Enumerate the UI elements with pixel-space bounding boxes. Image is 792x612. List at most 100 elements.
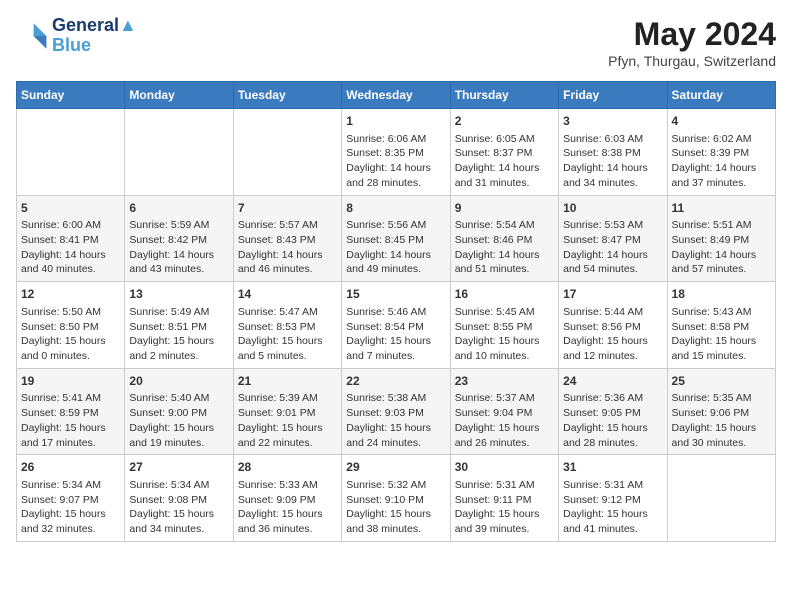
day-info: Sunrise: 5:38 AM Sunset: 9:03 PM Dayligh…	[346, 391, 445, 450]
day-number: 18	[672, 286, 771, 303]
day-number: 6	[129, 200, 228, 217]
calendar-header: SundayMondayTuesdayWednesdayThursdayFrid…	[17, 82, 776, 109]
calendar-cell: 26Sunrise: 5:34 AM Sunset: 9:07 PM Dayli…	[17, 455, 125, 542]
day-info: Sunrise: 6:02 AM Sunset: 8:39 PM Dayligh…	[672, 132, 771, 191]
calendar-cell: 8Sunrise: 5:56 AM Sunset: 8:45 PM Daylig…	[342, 195, 450, 282]
day-number: 9	[455, 200, 554, 217]
day-number: 24	[563, 373, 662, 390]
calendar-cell: 13Sunrise: 5:49 AM Sunset: 8:51 PM Dayli…	[125, 282, 233, 369]
calendar-cell: 1 Sunrise: 6:06 AM Sunset: 8:35 PM Daylig…	[342, 109, 450, 196]
day-info: Sunrise: 5:53 AM Sunset: 8:47 PM Dayligh…	[563, 218, 662, 277]
header-cell-sunday: Sunday	[17, 82, 125, 109]
header-cell-saturday: Saturday	[667, 82, 775, 109]
day-info: Sunrise: 5:46 AM Sunset: 8:54 PM Dayligh…	[346, 305, 445, 364]
calendar-cell: 17Sunrise: 5:44 AM Sunset: 8:56 PM Dayli…	[559, 282, 667, 369]
day-info: Sunrise: 5:51 AM Sunset: 8:49 PM Dayligh…	[672, 218, 771, 277]
calendar-cell: 5Sunrise: 6:00 AM Sunset: 8:41 PM Daylig…	[17, 195, 125, 282]
day-number: 2	[455, 113, 554, 130]
day-info: Sunrise: 6:05 AM Sunset: 8:37 PM Dayligh…	[455, 132, 554, 191]
calendar-cell	[125, 109, 233, 196]
calendar-cell: 16 Sunrise: 5:45 AM Sunset: 8:55 PM Dayli…	[450, 282, 558, 369]
day-number: 12	[21, 286, 120, 303]
day-info: Sunrise: 5:35 AM Sunset: 9:06 PM Dayligh…	[672, 391, 771, 450]
day-info: Sunrise: 5:31 AM Sunset: 9:11 PM Dayligh…	[455, 478, 554, 537]
day-number: 16	[455, 286, 554, 303]
day-number: 8	[346, 200, 445, 217]
calendar-cell: 21Sunrise: 5:39 AM Sunset: 9:01 PM Dayli…	[233, 368, 341, 455]
calendar-cell	[233, 109, 341, 196]
calendar-cell	[667, 455, 775, 542]
day-info: Sunrise: 6:03 AM Sunset: 8:38 PM Dayligh…	[563, 132, 662, 191]
header-cell-wednesday: Wednesday	[342, 82, 450, 109]
day-info: Sunrise: 5:40 AM Sunset: 9:00 PM Dayligh…	[129, 391, 228, 450]
day-info: Sunrise: 5:57 AM Sunset: 8:43 PM Dayligh…	[238, 218, 337, 277]
calendar-cell: 24Sunrise: 5:36 AM Sunset: 9:05 PM Dayli…	[559, 368, 667, 455]
calendar-cell: 9Sunrise: 5:54 AM Sunset: 8:46 PM Daylig…	[450, 195, 558, 282]
week-row-1: 5Sunrise: 6:00 AM Sunset: 8:41 PM Daylig…	[17, 195, 776, 282]
calendar-cell: 14Sunrise: 5:47 AM Sunset: 8:53 PM Dayli…	[233, 282, 341, 369]
calendar-cell: 15 Sunrise: 5:46 AM Sunset: 8:54 PM Dayli…	[342, 282, 450, 369]
day-info: Sunrise: 5:34 AM Sunset: 9:08 PM Dayligh…	[129, 478, 228, 537]
day-info: Sunrise: 5:34 AM Sunset: 9:07 PM Dayligh…	[21, 478, 120, 537]
week-row-2: 12Sunrise: 5:50 AM Sunset: 8:50 PM Dayli…	[17, 282, 776, 369]
calendar-cell: 18 Sunrise: 5:43 AM Sunset: 8:58 PM Dayli…	[667, 282, 775, 369]
calendar-cell: 23Sunrise: 5:37 AM Sunset: 9:04 PM Dayli…	[450, 368, 558, 455]
location: Pfyn, Thurgau, Switzerland	[608, 53, 776, 69]
day-info: Sunrise: 5:31 AM Sunset: 9:12 PM Dayligh…	[563, 478, 662, 537]
calendar-body: 1 Sunrise: 6:06 AM Sunset: 8:35 PM Daylig…	[17, 109, 776, 542]
calendar-cell: 6Sunrise: 5:59 AM Sunset: 8:42 PM Daylig…	[125, 195, 233, 282]
header-cell-friday: Friday	[559, 82, 667, 109]
day-info: Sunrise: 6:00 AM Sunset: 8:41 PM Dayligh…	[21, 218, 120, 277]
day-number: 25	[672, 373, 771, 390]
page-header: General▲ Blue May 2024 Pfyn, Thurgau, Sw…	[16, 16, 776, 69]
day-number: 5	[21, 200, 120, 217]
day-number: 19	[21, 373, 120, 390]
day-info: Sunrise: 5:49 AM Sunset: 8:51 PM Dayligh…	[129, 305, 228, 364]
day-number: 17	[563, 286, 662, 303]
day-number: 31	[563, 459, 662, 476]
logo-icon	[16, 20, 48, 52]
calendar-cell	[17, 109, 125, 196]
header-cell-tuesday: Tuesday	[233, 82, 341, 109]
day-number: 22	[346, 373, 445, 390]
calendar-cell: 4Sunrise: 6:02 AM Sunset: 8:39 PM Daylig…	[667, 109, 775, 196]
day-info: Sunrise: 5:45 AM Sunset: 8:55 PM Dayligh…	[455, 305, 554, 364]
calendar-cell: 25Sunrise: 5:35 AM Sunset: 9:06 PM Dayli…	[667, 368, 775, 455]
day-info: Sunrise: 5:41 AM Sunset: 8:59 PM Dayligh…	[21, 391, 120, 450]
calendar-table: SundayMondayTuesdayWednesdayThursdayFrid…	[16, 81, 776, 542]
day-info: Sunrise: 5:37 AM Sunset: 9:04 PM Dayligh…	[455, 391, 554, 450]
day-number: 15	[346, 286, 445, 303]
day-number: 3	[563, 113, 662, 130]
header-cell-thursday: Thursday	[450, 82, 558, 109]
day-number: 7	[238, 200, 337, 217]
header-cell-monday: Monday	[125, 82, 233, 109]
day-number: 20	[129, 373, 228, 390]
calendar-cell: 2 Sunrise: 6:05 AM Sunset: 8:37 PM Daylig…	[450, 109, 558, 196]
day-number: 30	[455, 459, 554, 476]
day-number: 21	[238, 373, 337, 390]
day-info: Sunrise: 5:32 AM Sunset: 9:10 PM Dayligh…	[346, 478, 445, 537]
calendar-cell: 11Sunrise: 5:51 AM Sunset: 8:49 PM Dayli…	[667, 195, 775, 282]
day-info: Sunrise: 5:39 AM Sunset: 9:01 PM Dayligh…	[238, 391, 337, 450]
week-row-0: 1 Sunrise: 6:06 AM Sunset: 8:35 PM Daylig…	[17, 109, 776, 196]
day-number: 1	[346, 113, 445, 130]
day-info: Sunrise: 5:54 AM Sunset: 8:46 PM Dayligh…	[455, 218, 554, 277]
calendar-cell: 28Sunrise: 5:33 AM Sunset: 9:09 PM Dayli…	[233, 455, 341, 542]
calendar-cell: 29Sunrise: 5:32 AM Sunset: 9:10 PM Dayli…	[342, 455, 450, 542]
day-number: 14	[238, 286, 337, 303]
calendar-cell: 7Sunrise: 5:57 AM Sunset: 8:43 PM Daylig…	[233, 195, 341, 282]
month-year: May 2024	[608, 16, 776, 53]
calendar-cell: 12Sunrise: 5:50 AM Sunset: 8:50 PM Dayli…	[17, 282, 125, 369]
calendar-cell: 20Sunrise: 5:40 AM Sunset: 9:00 PM Dayli…	[125, 368, 233, 455]
calendar-cell: 30 Sunrise: 5:31 AM Sunset: 9:11 PM Dayli…	[450, 455, 558, 542]
day-number: 27	[129, 459, 228, 476]
calendar-cell: 22Sunrise: 5:38 AM Sunset: 9:03 PM Dayli…	[342, 368, 450, 455]
week-row-3: 19Sunrise: 5:41 AM Sunset: 8:59 PM Dayli…	[17, 368, 776, 455]
header-row: SundayMondayTuesdayWednesdayThursdayFrid…	[17, 82, 776, 109]
day-number: 23	[455, 373, 554, 390]
calendar-cell: 3 Sunrise: 6:03 AM Sunset: 8:38 PM Daylig…	[559, 109, 667, 196]
day-info: Sunrise: 5:43 AM Sunset: 8:58 PM Dayligh…	[672, 305, 771, 364]
day-info: Sunrise: 6:06 AM Sunset: 8:35 PM Dayligh…	[346, 132, 445, 191]
day-info: Sunrise: 5:36 AM Sunset: 9:05 PM Dayligh…	[563, 391, 662, 450]
day-info: Sunrise: 5:56 AM Sunset: 8:45 PM Dayligh…	[346, 218, 445, 277]
